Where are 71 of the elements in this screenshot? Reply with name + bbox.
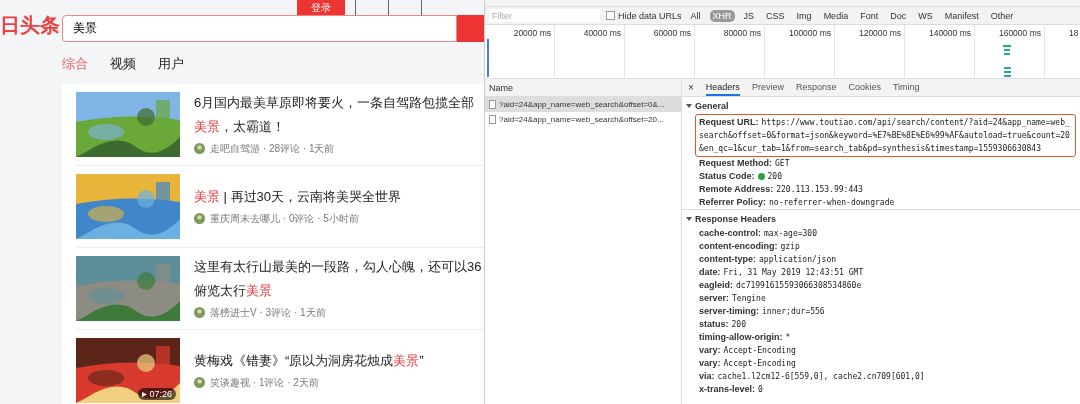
type-filter[interactable]: WS <box>915 9 936 22</box>
site-logo[interactable]: 日头条 <box>0 0 62 44</box>
result-title[interactable]: 美景，太霸道！ <box>194 117 475 136</box>
timeline-tick: 18 <box>1068 27 1080 40</box>
header-line: vary: Accept-Encoding <box>698 344 797 357</box>
caret-icon <box>686 103 692 109</box>
video-duration: 07:26 <box>149 389 172 399</box>
caret-icon <box>686 216 692 222</box>
result-tab[interactable]: 视频 <box>110 55 136 73</box>
result-title[interactable]: 俯览太行美景 <box>194 281 482 300</box>
header-line: content-encoding: gzip <box>698 240 801 253</box>
header-line: eagleid: dc71991615593066308534860e <box>698 279 863 292</box>
header-line: Request Method: GET <box>698 157 791 170</box>
type-filter[interactable]: Font <box>857 9 882 22</box>
play-icon <box>142 391 148 397</box>
type-filter[interactable]: CSS <box>763 9 788 22</box>
result-meta: 笑谈趣视 · 1评论 · 2天前 <box>210 375 319 390</box>
section-header[interactable]: General <box>682 97 1080 114</box>
timeline-bar-icon <box>487 39 490 77</box>
type-filter[interactable]: Img <box>793 9 815 22</box>
detail-tab[interactable]: Headers <box>705 79 740 96</box>
result-meta: 走吧自驾游 · 28评论 · 1天前 <box>210 141 335 156</box>
result-meta: 落榜进士V · 3评论 · 1天前 <box>210 305 326 320</box>
avatar-icon <box>194 377 205 388</box>
header-line: vary: Accept-Encoding <box>698 357 797 370</box>
header-line: Remote Address: 220.113.153.99:443 <box>698 183 864 196</box>
header-line: server: Tengine <box>698 292 767 305</box>
login-button[interactable]: 登录 <box>297 0 345 15</box>
type-filter[interactable]: Media <box>820 9 852 22</box>
type-filter[interactable]: Doc <box>887 9 910 22</box>
header-line: timing-allow-origin: * <box>698 331 792 344</box>
header-line: Referrer Policy: no-referrer-when-downgrade <box>698 196 896 209</box>
header-line: status: 200 <box>698 318 747 331</box>
timeline-tick: 60000 ms <box>625 25 695 78</box>
header-line: via: cache1.l2cm12-6[559,0], cache2.cn709[601,0] <box>698 370 926 383</box>
header-line: server-timing: inner;dur=556 <box>698 305 826 318</box>
result-title[interactable]: 黄梅戏《错妻》“原以为洞房花烛成美景” <box>194 351 424 370</box>
detail-tab[interactable]: Timing <box>892 79 920 96</box>
timeline-tick: 120000 ms <box>835 25 905 78</box>
search-field[interactable]: 美景 <box>62 15 457 42</box>
hide-data-urls-checkbox[interactable]: Hide data URLs <box>606 10 682 21</box>
result-tab[interactable]: 用户 <box>158 55 184 73</box>
type-filter[interactable]: All <box>687 9 704 22</box>
timeline-tick: 140000 ms <box>905 25 975 78</box>
column-header[interactable]: Name <box>489 82 513 93</box>
filter-field[interactable]: Filter <box>489 9 600 22</box>
type-filter[interactable]: JS <box>740 9 758 22</box>
avatar-icon <box>194 143 205 154</box>
timeline-tick: 80000 ms <box>695 25 765 78</box>
type-filter[interactable]: Manifest <box>941 9 982 22</box>
result-meta: 重庆周末去哪儿 · 0评论 · 5小时前 <box>210 211 359 226</box>
timeline-tick: 40000 ms <box>555 25 625 78</box>
header-line: content-type: application/json <box>698 253 838 266</box>
header-line: date: Fri, 31 May 2019 12:43:51 GMT <box>698 266 865 279</box>
result-title[interactable]: 6月国内最美草原即将要火，一条自驾路包揽全部 <box>194 93 475 112</box>
result-title[interactable]: 美景 | 再过30天，云南将美哭全世界 <box>194 187 402 206</box>
header-line: Status Code: 200 <box>698 170 783 183</box>
timeline-tick: 100000 ms <box>765 25 835 78</box>
detail-tab[interactable]: Preview <box>751 79 784 96</box>
section-header[interactable]: Response Headers <box>682 209 1080 227</box>
request-row[interactable]: ?aid=24&app_name=web_search&offset=0&... <box>485 97 681 112</box>
timeline-bar-icon <box>1003 45 1013 77</box>
header-line: cache-control: max-age=300 <box>698 227 818 240</box>
avatar-icon <box>194 307 205 318</box>
result-title[interactable]: 这里有太行山最美的一段路，勾人心魄，还可以36 <box>194 257 482 276</box>
detail-tab[interactable]: Cookies <box>848 79 881 96</box>
detail-tab[interactable]: Response <box>795 79 837 96</box>
type-filter[interactable]: Other <box>987 9 1017 22</box>
header-line: x-trans-level: 0 <box>698 383 764 396</box>
close-icon[interactable]: × <box>688 82 694 93</box>
avatar-icon <box>194 213 205 224</box>
